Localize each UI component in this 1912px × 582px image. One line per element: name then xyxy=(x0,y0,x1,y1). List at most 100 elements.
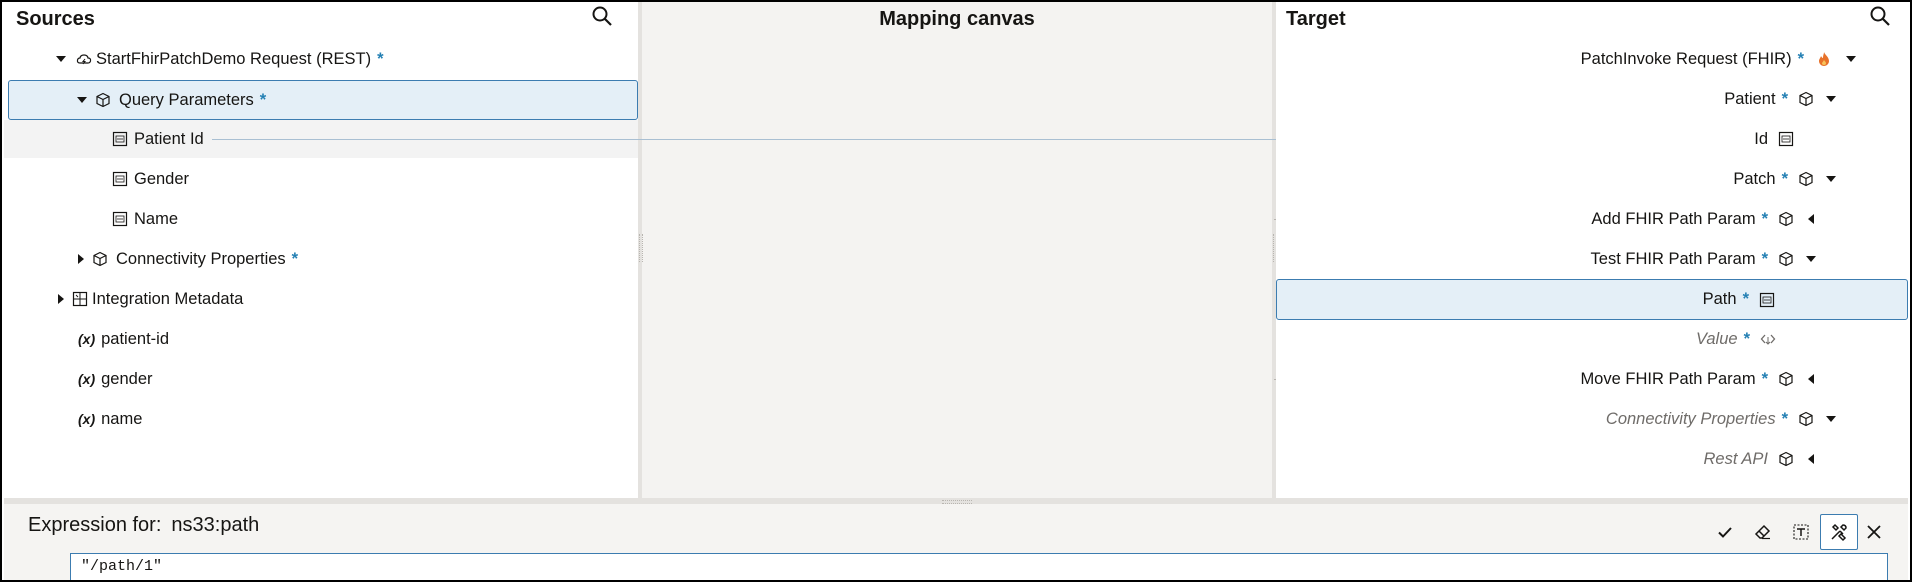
caret-down-icon[interactable] xyxy=(1824,412,1838,426)
variable-icon: (x) xyxy=(78,371,96,387)
close-icon xyxy=(1867,525,1881,539)
required-mark: * xyxy=(1742,290,1749,308)
caret-left-icon[interactable] xyxy=(1804,452,1818,466)
eraser-icon xyxy=(1754,524,1771,540)
tree-label: gender xyxy=(101,369,153,388)
required-mark: * xyxy=(1781,169,1788,188)
required-mark: * xyxy=(1761,209,1768,228)
developer-mode-button[interactable] xyxy=(1820,514,1858,550)
string-field-icon xyxy=(112,171,128,187)
caret-right-icon[interactable] xyxy=(74,252,88,266)
tree-label: patient-id xyxy=(101,329,170,348)
tree-label: Move FHIR Path Param xyxy=(1576,369,1756,389)
tree-row-query-parameters[interactable]: Query Parameters * xyxy=(8,80,638,120)
tree-row-variable-gender[interactable]: (x) gender xyxy=(4,360,638,398)
object-cube-icon xyxy=(93,251,107,267)
required-mark: * xyxy=(1761,369,1768,388)
tree-label: Query Parameters xyxy=(119,90,254,109)
tools-icon xyxy=(1831,523,1847,542)
text-mode-button[interactable] xyxy=(1782,514,1820,550)
target-row-connectivity-properties[interactable]: Connectivity Properties * xyxy=(1276,400,1908,438)
search-icon[interactable] xyxy=(1868,4,1892,28)
object-cube-icon xyxy=(96,92,110,108)
string-field-icon xyxy=(1759,292,1775,307)
text-box-icon xyxy=(1793,524,1809,540)
tree-label: Patch xyxy=(1733,169,1776,188)
search-icon[interactable] xyxy=(590,4,614,28)
any-type-icon xyxy=(1760,334,1776,345)
tree-row-gender[interactable]: Gender xyxy=(4,160,638,198)
target-row-patchinvoke-request[interactable]: PatchInvoke Request (FHIR) * xyxy=(1276,40,1908,78)
target-panel: Target PatchInvoke Request (FHIR) * Pati… xyxy=(1276,2,1908,498)
tree-label: Id xyxy=(1750,129,1768,149)
caret-down-icon[interactable] xyxy=(1804,252,1818,266)
target-row-patch[interactable]: Patch * xyxy=(1276,160,1908,198)
caret-down-icon[interactable] xyxy=(1824,92,1838,106)
object-cube-icon xyxy=(1799,171,1813,187)
variable-icon: (x) xyxy=(78,411,96,427)
tree-label: Connectivity Properties xyxy=(116,249,286,268)
caret-down-icon[interactable] xyxy=(54,52,68,66)
caret-right-icon[interactable] xyxy=(54,292,68,306)
object-cube-icon xyxy=(1779,211,1793,227)
required-mark: * xyxy=(1761,249,1768,268)
object-cube-icon xyxy=(1779,371,1793,387)
target-row-value[interactable]: Value * xyxy=(1276,320,1908,358)
mapper-window: Sources StartFhirPatchDemo Request (REST… xyxy=(0,0,1912,582)
expression-panel: Expression for: ns33:path "/path/1" xyxy=(4,504,1908,580)
tree-row-variable-name[interactable]: (x) name xyxy=(4,400,638,438)
tree-row-connectivity-properties[interactable]: Connectivity Properties * xyxy=(4,240,638,278)
expression-path: ns33:path xyxy=(171,514,260,536)
clear-button[interactable] xyxy=(1744,514,1782,550)
sources-panel: Sources StartFhirPatchDemo Request (REST… xyxy=(4,2,638,498)
string-field-icon xyxy=(112,211,128,227)
expression-header: Expression for: ns33:path xyxy=(28,514,259,537)
tree-label: Test FHIR Path Param xyxy=(1590,249,1756,268)
metadata-grid-icon xyxy=(72,291,88,307)
tree-label: StartFhirPatchDemo Request (REST) xyxy=(96,49,372,68)
caret-left-icon[interactable] xyxy=(1804,372,1818,386)
target-row-id[interactable]: Id xyxy=(1276,120,1908,158)
caret-left-icon[interactable] xyxy=(1804,212,1818,226)
check-icon xyxy=(1718,527,1732,538)
tree-row-integration-metadata[interactable]: Integration Metadata xyxy=(4,280,638,318)
target-row-add-fhir-path-param[interactable]: Add FHIR Path Param * xyxy=(1276,200,1908,238)
target-row-test-fhir-path-param[interactable]: Test FHIR Path Param * xyxy=(1276,240,1908,278)
tree-row-variable-patient-id[interactable]: (x) patient-id xyxy=(4,320,638,358)
tree-label: Gender xyxy=(134,169,190,188)
target-row-patient[interactable]: Patient * xyxy=(1276,80,1908,118)
tree-label: Integration Metadata xyxy=(92,289,244,308)
sources-title: Sources xyxy=(16,8,95,30)
tree-label: Patient xyxy=(1724,89,1776,108)
tree-row-name[interactable]: Name xyxy=(4,200,638,238)
caret-down-icon[interactable] xyxy=(75,93,89,107)
string-field-icon xyxy=(1778,131,1794,147)
tree-label: Patient Id xyxy=(134,129,204,148)
resize-handle[interactable] xyxy=(639,234,643,262)
required-mark: * xyxy=(1797,49,1804,68)
variable-icon: (x) xyxy=(78,331,96,347)
required-mark: * xyxy=(377,49,384,68)
required-mark: * xyxy=(291,249,299,268)
expression-editor[interactable]: "/path/1" xyxy=(70,553,1888,580)
object-cube-icon xyxy=(1799,411,1813,427)
tree-label: Name xyxy=(134,209,179,228)
tree-row-request[interactable]: StartFhirPatchDemo Request (REST) * xyxy=(4,40,638,78)
target-row-move-fhir-path-param[interactable]: Move FHIR Path Param * xyxy=(1276,360,1908,398)
close-button[interactable] xyxy=(1858,514,1890,550)
required-mark: * xyxy=(1781,409,1788,428)
tree-label: name xyxy=(101,409,143,428)
tree-label: PatchInvoke Request (FHIR) xyxy=(1580,49,1792,68)
object-cube-icon xyxy=(1779,251,1793,267)
rest-trigger-icon xyxy=(76,54,92,65)
expression-toolbar xyxy=(1706,514,1890,550)
tree-label: Rest API xyxy=(1703,449,1769,468)
expression-label: Expression for: xyxy=(28,514,162,536)
required-mark: * xyxy=(259,90,267,109)
caret-down-icon[interactable] xyxy=(1824,172,1838,186)
caret-down-icon[interactable] xyxy=(1844,52,1858,66)
tree-label: Path xyxy=(1702,290,1737,308)
target-row-rest-api[interactable]: Rest API xyxy=(1276,440,1908,478)
apply-button[interactable] xyxy=(1706,514,1744,550)
target-row-path[interactable]: Path * xyxy=(1276,279,1908,320)
